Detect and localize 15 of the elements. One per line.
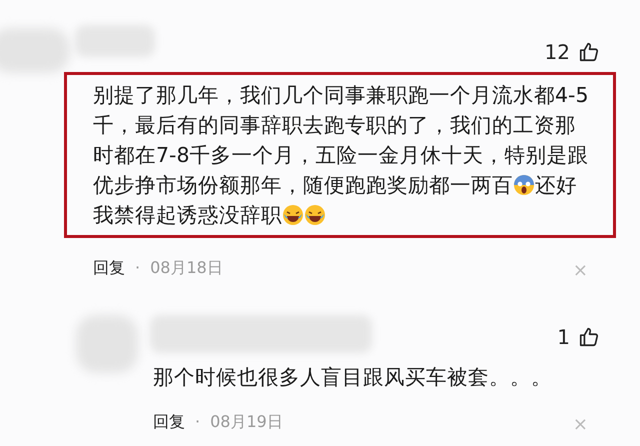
- separator-dot: ·: [194, 411, 202, 433]
- comment-date: 08月18日: [150, 257, 223, 279]
- like-count: 12: [544, 39, 570, 66]
- screaming-face-icon: [513, 174, 535, 196]
- reply-link[interactable]: 回复: [153, 410, 185, 434]
- thumbs-up-icon[interactable]: [578, 326, 600, 348]
- comment-text: 别提了那几年，我们几个同事兼职跑一个月流水都4-5千，最后有的同事辞职去跑专职的了，我们的工资那时都在7-8千多一个月，五险一金月休十天，特别是跟优步挣市场份额那年，随便跑跑奖励都一两百 还好我禁得起诱惑没辞职: [93, 82, 590, 229]
- separator-dot: ·: [134, 257, 142, 279]
- laughing-face-icon: [304, 204, 326, 226]
- like-count: 1: [557, 324, 570, 351]
- comment-date: 08月19日: [210, 411, 283, 433]
- reply-link[interactable]: 回复: [93, 256, 125, 280]
- thumbs-up-icon[interactable]: [578, 41, 600, 63]
- laughing-face-icon: [282, 204, 304, 226]
- comment-text: 那个时候也很多人盲目跟风买车被套。。。: [153, 364, 553, 391]
